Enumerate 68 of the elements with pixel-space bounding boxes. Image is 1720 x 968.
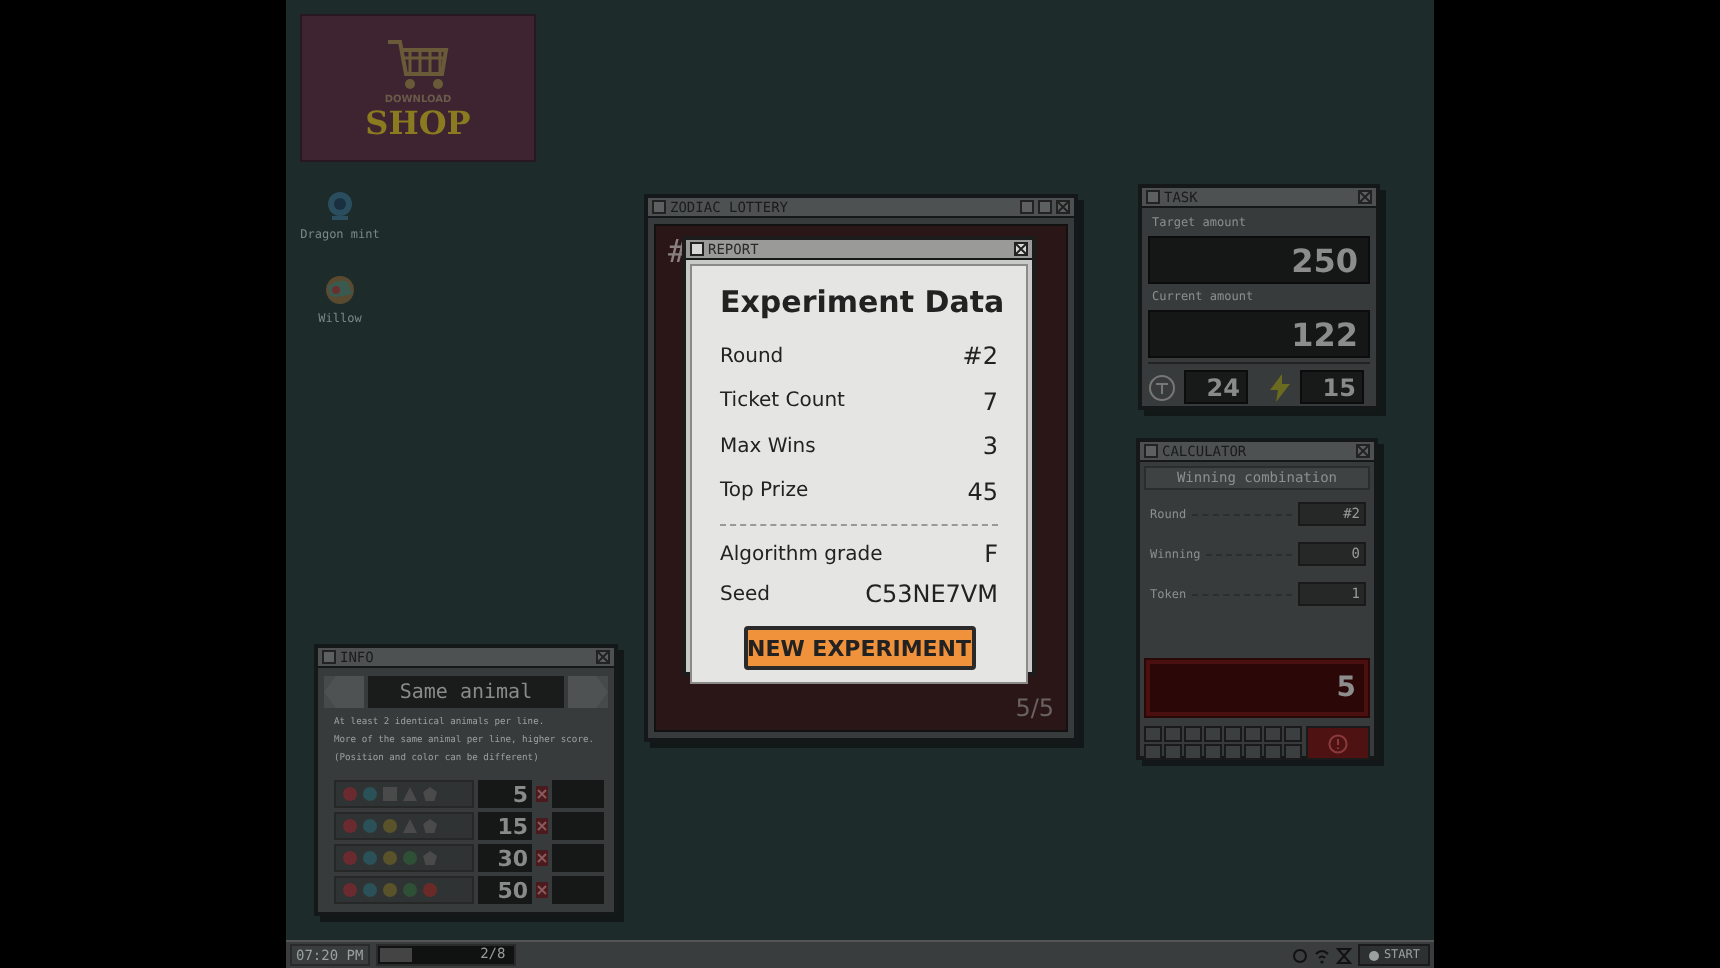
keypad-key[interactable] [1244, 726, 1262, 742]
keypad-key[interactable] [1144, 744, 1162, 760]
stat-value: C53NE7VM [865, 580, 998, 608]
keypad-key[interactable] [1264, 744, 1282, 760]
multiply-icon [536, 818, 548, 834]
keypad-key[interactable] [1184, 744, 1202, 760]
keypad-key[interactable] [1144, 726, 1162, 742]
stat-label: Seed [720, 583, 770, 605]
keypad-key[interactable] [1204, 726, 1222, 742]
target-value: 250 [1148, 236, 1370, 284]
window-icon [322, 650, 336, 664]
multiplier-slot [552, 812, 604, 840]
start-icon [1367, 949, 1380, 961]
stat-value: 45 [967, 477, 998, 506]
shop-title: SHOP [365, 105, 471, 139]
score-value: 15 [478, 812, 532, 840]
stat-label: Top Prize [720, 480, 809, 503]
hourglass-icon[interactable] [1335, 947, 1352, 963]
window-icon [1146, 190, 1160, 204]
current-value: 122 [1148, 310, 1370, 358]
page-counter: 5/5 [1015, 694, 1054, 722]
shopping-cart-icon [384, 37, 452, 93]
window-icon [690, 242, 704, 256]
maximize-button[interactable] [1038, 200, 1052, 214]
keypad-key[interactable] [1284, 726, 1302, 742]
stat-value: F [984, 540, 998, 568]
keypad-key[interactable] [1284, 744, 1302, 760]
wifi-icon[interactable] [1313, 947, 1330, 963]
keypad-key[interactable] [1244, 744, 1262, 760]
window-icon [1144, 444, 1158, 458]
stat-value: 7 [982, 387, 998, 416]
result-value: 5 [1150, 664, 1364, 712]
multiplier-slot [552, 844, 604, 872]
ball-icon[interactable] [324, 274, 356, 306]
keypad-key[interactable] [1224, 744, 1242, 760]
score-value: 30 [478, 844, 532, 872]
multiply-icon [536, 850, 548, 866]
stat-value: #2 [962, 342, 998, 371]
multiplier-slot [552, 876, 604, 904]
multiply-icon [536, 786, 548, 802]
ticket-icon [1148, 373, 1176, 401]
keypad-key[interactable] [1164, 744, 1182, 760]
keypad-key[interactable] [1184, 726, 1202, 742]
window-icon [652, 200, 666, 214]
close-button[interactable] [1014, 242, 1028, 256]
keypad-key[interactable] [1164, 726, 1182, 742]
globe-icon[interactable] [324, 190, 356, 222]
keypad-key[interactable] [1204, 744, 1222, 760]
lightning-icon [1268, 373, 1292, 401]
stat-label: Algorithm grade [720, 543, 883, 565]
score-value: 50 [478, 876, 532, 904]
ticket-count: 24 [1184, 370, 1248, 404]
energy-count: 15 [1300, 370, 1364, 404]
stat-label: Round [720, 345, 784, 368]
stat-label: Ticket Count [720, 390, 845, 413]
alert-icon [1328, 733, 1348, 753]
stat-label: Max Wins [720, 435, 816, 458]
minimize-button[interactable] [1020, 200, 1034, 214]
multiply-icon [536, 882, 548, 898]
new-experiment-button[interactable]: NEW EXPERIMENT [743, 626, 975, 670]
rule-title: Same animal [368, 676, 564, 708]
multiplier-slot [552, 780, 604, 808]
stat-value: 3 [982, 432, 998, 461]
alert-button[interactable] [1306, 726, 1370, 760]
keypad-key[interactable] [1264, 726, 1282, 742]
report-heading: Experiment Data [720, 282, 998, 322]
keypad-key[interactable] [1224, 726, 1242, 742]
score-value: 5 [478, 780, 532, 808]
